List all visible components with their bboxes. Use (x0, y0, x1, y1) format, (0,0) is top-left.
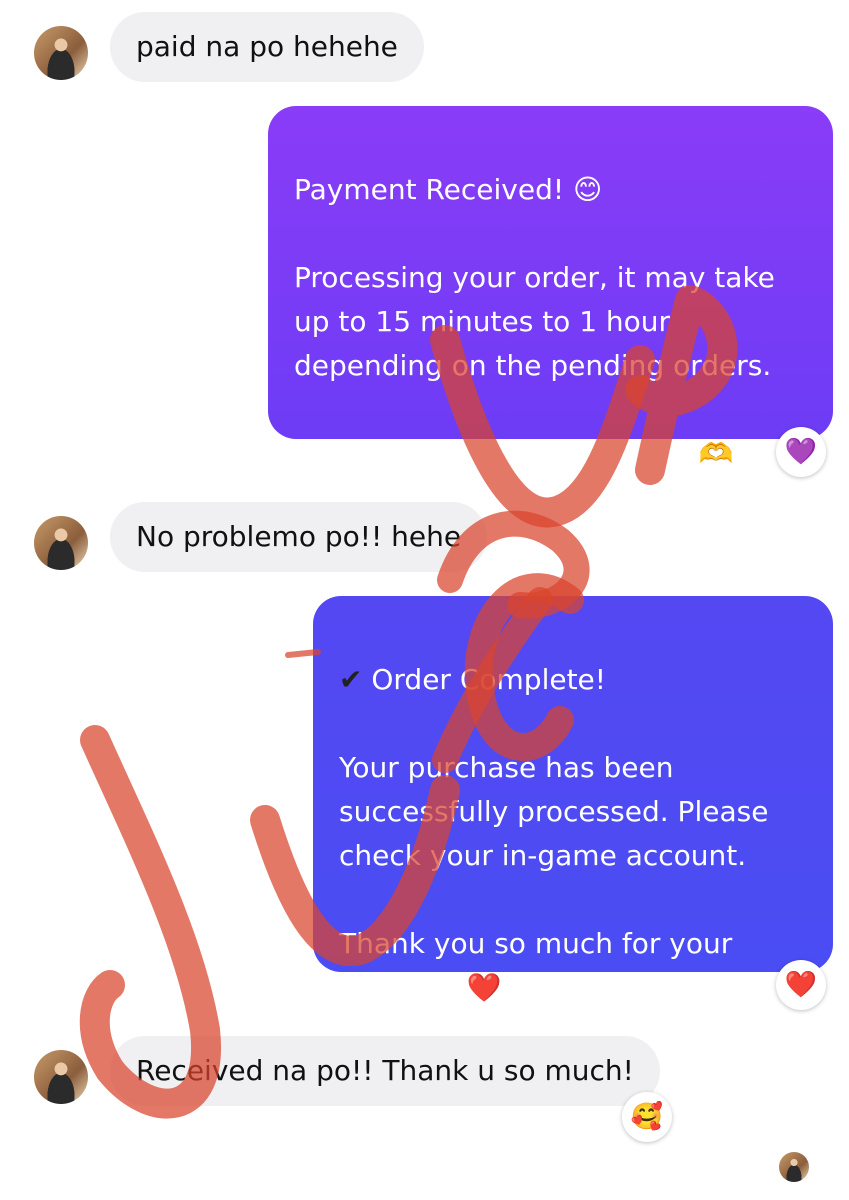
incoming-message-2[interactable]: No problemo po!! hehe (110, 502, 488, 572)
message-text: Payment Received! 😊 Processing your orde… (294, 173, 775, 470)
outgoing-message-order-complete[interactable]: ✔ Order Complete! Your purchase has been… (313, 596, 833, 1004)
message-text: paid na po hehehe (136, 30, 398, 63)
incoming-message-1[interactable]: paid na po hehehe (110, 12, 424, 82)
incoming-message-3[interactable]: Received na po!! Thank u so much! (110, 1036, 660, 1106)
seen-avatar (779, 1152, 809, 1182)
customer-avatar[interactable] (34, 516, 88, 570)
message-text: Received na po!! Thank u so much! (136, 1054, 634, 1087)
message-text: No problemo po!! hehe (136, 520, 462, 553)
outgoing-message-payment-received[interactable]: Payment Received! 😊 Processing your orde… (268, 106, 833, 470)
message-text: Order Complete! Your purchase has been s… (339, 663, 769, 1004)
reaction-smiling-hearts[interactable]: 🥰 (622, 1092, 672, 1142)
checkmark-icon: ✔ (339, 663, 363, 696)
red-heart-icon: ❤️ (784, 970, 818, 1000)
smiling-hearts-icon: 🥰 (630, 1102, 664, 1132)
customer-avatar[interactable] (34, 1050, 88, 1104)
reaction-red-heart[interactable]: ❤️ (776, 960, 826, 1010)
customer-avatar[interactable] (34, 26, 88, 80)
reaction-purple-heart[interactable]: 💜 (776, 427, 826, 477)
purple-heart-icon: 💜 (784, 437, 818, 467)
